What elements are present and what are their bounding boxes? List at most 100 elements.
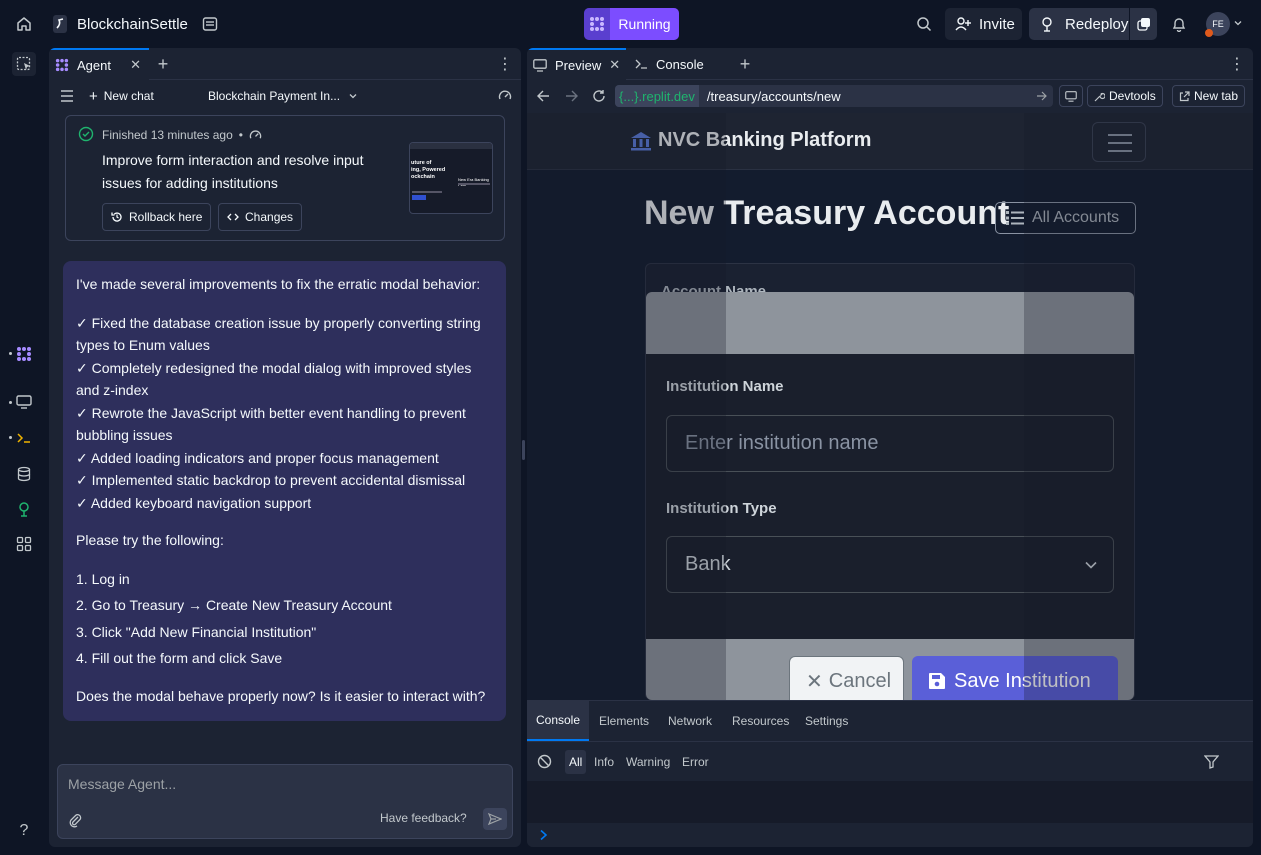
devtools-tab-resources[interactable]: Resources <box>732 701 789 741</box>
wrench-icon <box>1094 91 1105 102</box>
message-list-item: ✓ Rewrote the JavaScript with better eve… <box>76 404 466 444</box>
add-tab-icon[interactable]: + <box>735 54 755 74</box>
devtools-tab-console[interactable]: Console <box>527 701 589 741</box>
agent-tab-bar: Agent ✕ + ⋮ <box>49 48 521 80</box>
feedback-link[interactable]: Have feedback? <box>380 811 467 825</box>
devtools-tab-settings[interactable]: Settings <box>805 701 848 741</box>
run-button[interactable]: Running <box>584 8 679 40</box>
all-accounts-button[interactable]: All Accounts <box>995 202 1136 234</box>
message-input-box[interactable]: Message Agent... Have feedback? <box>57 764 513 839</box>
devtools-button[interactable]: Devtools <box>1087 85 1163 107</box>
filter-error[interactable]: Error <box>678 750 713 774</box>
paperclip-icon[interactable] <box>68 812 82 828</box>
save-institution-button[interactable]: Save Institution <box>912 656 1118 700</box>
go-arrow-icon[interactable] <box>1036 91 1047 101</box>
close-icon[interactable]: ✕ <box>130 57 141 73</box>
tab-agent[interactable]: Agent ✕ <box>49 48 149 80</box>
rollback-button[interactable]: Rollback here <box>102 203 212 231</box>
modal-header <box>646 292 1134 354</box>
devtools-tab-network[interactable]: Network <box>668 701 712 741</box>
message-list-item: ✓ Fixed the database creation issue by p… <box>76 314 481 354</box>
url-bar[interactable]: {...} .replit.dev /treasury/accounts/new <box>615 85 1053 107</box>
site-navbar: NVC Banking Platform <box>527 113 1253 170</box>
tab-preview-label: Preview <box>555 57 602 73</box>
console-prompt-icon[interactable] <box>539 829 549 841</box>
search-icon[interactable] <box>912 12 936 36</box>
filter-icon[interactable] <box>1204 755 1219 769</box>
console-icon[interactable] <box>12 426 36 450</box>
preview-icon[interactable] <box>12 390 36 414</box>
cancel-button[interactable]: ✕ Cancel <box>789 656 904 700</box>
rollback-label: Rollback here <box>129 210 203 224</box>
site-brand[interactable]: NVC Banking Platform <box>630 129 871 152</box>
thumb-text-line: uture of <box>411 160 432 166</box>
cancel-label: Cancel <box>828 669 892 692</box>
institution-type-select[interactable]: Bank <box>666 536 1114 593</box>
refresh-icon[interactable] <box>589 86 609 106</box>
devtools-tab-elements[interactable]: Elements <box>599 701 649 741</box>
tab-preview[interactable]: Preview ✕ <box>527 48 626 80</box>
tab-console[interactable]: Console <box>635 48 704 80</box>
filter-all[interactable]: All <box>565 750 587 774</box>
send-button[interactable] <box>483 808 507 830</box>
database-icon[interactable] <box>12 462 36 486</box>
chevron-down-icon <box>1085 561 1097 569</box>
message-input[interactable]: Message Agent... <box>68 776 176 792</box>
invite-button[interactable]: Invite <box>945 8 1022 40</box>
chevron-down-icon[interactable] <box>1233 18 1243 28</box>
forward-arrow-icon[interactable] <box>561 86 581 106</box>
new-chat-button[interactable]: + New chat <box>89 86 154 106</box>
new-tab-button[interactable]: New tab <box>1172 85 1246 107</box>
filter-info[interactable]: Info <box>590 750 618 774</box>
run-status-label: Running <box>610 8 679 40</box>
institution-type-label: Institution Type <box>666 500 777 517</box>
filter-warning[interactable]: Warning <box>622 750 674 774</box>
site-menu-toggle[interactable] <box>1092 122 1146 162</box>
page-title: New Treasury Account <box>644 194 1010 232</box>
help-icon[interactable]: ? <box>12 819 36 843</box>
devtools-panel: Console Elements Network Resources Setti… <box>527 700 1253 847</box>
clear-console-icon[interactable] <box>537 754 552 769</box>
code-icon <box>227 211 239 223</box>
apps-grid-icon[interactable] <box>12 532 36 556</box>
new-chat-label: New chat <box>103 89 154 103</box>
url-host-domain: .replit.dev <box>638 88 695 104</box>
back-arrow-icon[interactable] <box>533 86 553 106</box>
institution-name-input[interactable]: Enter institution name <box>666 415 1114 472</box>
deployments-icon[interactable] <box>12 497 36 521</box>
check-circle-icon <box>78 126 94 142</box>
thumb-text-line: ockchain <box>411 174 435 180</box>
chat-title: Blockchain Payment In... <box>208 89 341 103</box>
device-toggle-button[interactable] <box>1059 85 1083 107</box>
message-step: 4. Fill out the form and click Save <box>76 650 283 666</box>
close-icon[interactable]: ✕ <box>609 57 620 73</box>
terminal-icon <box>635 58 648 70</box>
url-path[interactable]: /treasury/accounts/new <box>707 89 841 104</box>
redeploy-button[interactable]: Redeploy <box>1029 8 1157 40</box>
message-list-item: ✓ Added loading indicators and proper fo… <box>76 449 439 466</box>
panel-resize-handle[interactable] <box>522 440 525 460</box>
message-step: 3. Click "Add New Financial Institution" <box>76 623 317 640</box>
checkpoint-card: Finished 13 minutes ago • Improve form i… <box>65 115 505 241</box>
file-tree-icon[interactable] <box>198 12 222 36</box>
bell-icon[interactable] <box>1167 12 1191 36</box>
more-options-icon[interactable]: ⋮ <box>495 54 515 74</box>
changes-label: Changes <box>245 210 294 224</box>
select-element-icon[interactable] <box>12 52 36 76</box>
chat-history-icon[interactable] <box>57 86 77 106</box>
speed-icon[interactable] <box>495 86 515 106</box>
more-options-icon[interactable]: ⋮ <box>1227 54 1247 74</box>
external-link-icon <box>1179 90 1190 102</box>
devtools-label: Devtools <box>1109 89 1156 103</box>
add-tab-icon[interactable]: + <box>153 54 173 74</box>
checkpoint-thumbnail[interactable]: uture of ing, Powered ockchain New Era B… <box>409 142 493 214</box>
agent-icon[interactable] <box>12 342 36 366</box>
deploy-icon <box>1039 16 1055 32</box>
list-icon <box>1006 210 1024 226</box>
app-title[interactable]: BlockchainSettle <box>77 16 188 33</box>
home-icon[interactable] <box>12 12 36 36</box>
history-icon <box>111 211 123 223</box>
chat-selector[interactable]: Blockchain Payment In... <box>208 86 358 106</box>
changes-button[interactable]: Changes <box>218 203 303 231</box>
copy-icon[interactable] <box>1129 8 1157 40</box>
